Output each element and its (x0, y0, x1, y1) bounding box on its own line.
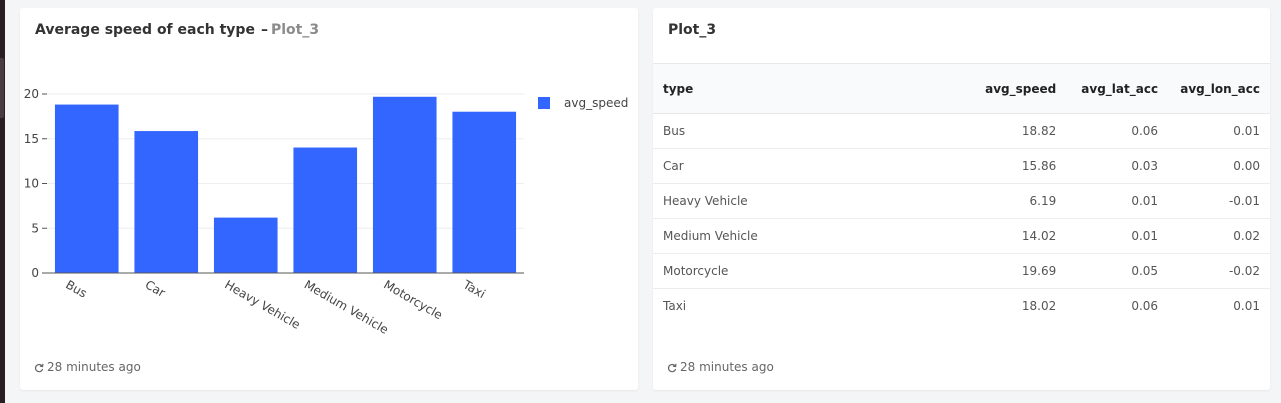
cell-avg-lat-acc: 0.03 (1066, 148, 1169, 184)
x-tick-label: Medium Vehicle (302, 277, 391, 336)
column-header-avg-lat-acc[interactable]: avg_lat_acc (1066, 63, 1169, 114)
cell-avg-speed: 15.86 (964, 148, 1067, 184)
x-tick-label: Taxi (460, 277, 488, 301)
column-header-type[interactable]: type (653, 63, 965, 114)
chart-card-footer: 28 minutes ago (34, 360, 141, 374)
data-table: type avg_speed avg_lat_acc avg_lon_acc B… (653, 63, 1270, 323)
x-tick-label: Car (143, 277, 168, 299)
bar-bus (54, 104, 119, 273)
table-row: Car 15.86 0.03 0.00 (653, 148, 1270, 184)
column-header-avg-lon-acc[interactable]: avg_lon_acc (1168, 63, 1270, 114)
cell-avg-lon-acc: -0.02 (1168, 253, 1270, 289)
cell-type: Motorcycle (653, 253, 965, 289)
refresh-icon[interactable] (34, 362, 44, 373)
cell-avg-lat-acc: 0.01 (1066, 218, 1169, 254)
bar-chart: 0 5 10 15 20 Bus Car Heavy Vehicle Medium Vehicl… (24, 87, 629, 337)
x-tick-label: Motorcycle (381, 277, 445, 322)
table-card-title: Plot_3 (668, 22, 717, 38)
cell-type: Medium Vehicle (653, 218, 965, 254)
table-header-row: type avg_speed avg_lat_acc avg_lon_acc (653, 63, 1270, 114)
cell-avg-speed: 18.82 (964, 113, 1067, 149)
bar-heavy-vehicle (213, 217, 278, 273)
table-row: Medium Vehicle 14.02 0.01 0.02 (653, 218, 1270, 254)
y-tick-label: 20 (24, 87, 39, 101)
cell-avg-lon-acc: 0.01 (1168, 113, 1270, 149)
legend-label: avg_speed (564, 96, 628, 110)
cell-avg-lon-acc: -0.01 (1168, 183, 1270, 219)
x-tick-label: Heavy Vehicle (222, 277, 302, 331)
bar-car (134, 131, 199, 273)
cell-avg-lon-acc: 0.01 (1233, 299, 1260, 313)
table-row: Taxi 18.02 0.06 0.01 (653, 289, 1270, 324)
cell-avg-lat-acc: 0.06 (1066, 113, 1169, 149)
bar-taxi (452, 111, 517, 273)
table-row: Bus 18.82 0.06 0.01 (653, 113, 1270, 149)
table-card: Plot_3 type avg_speed avg_lat_acc avg_lo… (653, 8, 1270, 390)
cell-avg-lat-acc: 0.01 (1066, 183, 1169, 219)
x-tick-label: Bus (63, 277, 89, 300)
legend-swatch (538, 97, 550, 109)
table-updated-text: 28 minutes ago (680, 360, 774, 374)
bar-medium-vehicle (293, 147, 358, 273)
bar-motorcycle (372, 96, 437, 273)
table-row: Motorcycle 19.69 0.05 -0.02 (653, 253, 1270, 289)
cell-avg-speed: 14.02 (964, 218, 1067, 254)
cell-type: Bus (653, 113, 965, 149)
column-header-avg-speed[interactable]: avg_speed (964, 63, 1067, 114)
window-edge-notch (0, 58, 4, 118)
y-tick-label: 0 (31, 266, 39, 280)
cell-avg-lat-acc: 0.05 (1066, 253, 1169, 289)
cell-avg-lat-acc: 0.06 (1131, 299, 1159, 313)
chart-card: Average speed of each type – Plot_3 0 5 10 15… (20, 8, 638, 390)
cell-avg-speed: 6.19 (964, 183, 1067, 219)
chart-updated-text: 28 minutes ago (47, 360, 141, 374)
cell-type: Car (653, 148, 965, 184)
y-tick-label: 10 (24, 177, 39, 191)
table-card-footer: 28 minutes ago (667, 360, 774, 374)
window-edge (0, 0, 5, 403)
cell-type: Taxi (663, 299, 687, 313)
table-row: Heavy Vehicle 6.19 0.01 -0.01 (653, 183, 1270, 219)
cell-type: Heavy Vehicle (653, 183, 965, 219)
y-tick-label: 5 (31, 221, 39, 235)
refresh-icon[interactable] (667, 362, 677, 373)
cell-avg-lon-acc: 0.02 (1168, 218, 1270, 254)
cell-avg-lon-acc: 0.00 (1168, 148, 1270, 184)
cell-avg-speed: 18.02 (1021, 299, 1057, 313)
y-tick-label: 15 (24, 132, 39, 146)
cell-avg-speed: 19.69 (964, 253, 1067, 289)
